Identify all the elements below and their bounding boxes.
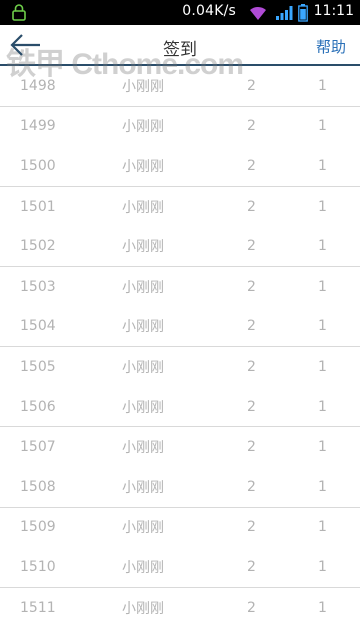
row-value-a: 2 (247, 478, 256, 495)
row-value-a: 2 (247, 118, 256, 135)
row-id: 1504 (20, 318, 56, 335)
row-value-b: 1 (318, 358, 327, 375)
row-username: 小刚刚 (122, 78, 164, 95)
checkin-list: 1498 小刚刚 2 1 1499 小刚刚 2 1 1500 小刚刚 2 1 1501 小刚刚 2 1 1502… (0, 66, 360, 627)
battery-icon (298, 4, 308, 22)
list-item[interactable]: 1500 小刚刚 2 1 (0, 146, 360, 186)
row-value-a: 2 (247, 198, 256, 215)
wifi-icon (250, 6, 266, 20)
row-username: 小刚刚 (122, 239, 164, 256)
row-id: 1503 (20, 278, 56, 295)
lock-icon (12, 4, 26, 21)
row-value-b: 1 (318, 599, 327, 616)
row-value-b: 1 (318, 558, 327, 575)
row-value-a: 2 (247, 318, 256, 335)
row-value-b: 1 (318, 318, 327, 335)
row-id: 1511 (20, 599, 56, 616)
row-value-a: 2 (247, 238, 256, 255)
list-item[interactable]: 1508 小刚刚 2 1 (0, 467, 360, 507)
row-id: 1502 (20, 238, 56, 255)
row-username: 小刚刚 (122, 158, 164, 175)
row-username: 小刚刚 (122, 520, 164, 537)
row-value-b: 1 (318, 478, 327, 495)
row-value-a: 2 (247, 278, 256, 295)
clock: 11:11 (313, 3, 354, 19)
help-button[interactable]: 帮助 (316, 36, 346, 57)
row-id: 1510 (20, 558, 56, 575)
row-value-a: 2 (247, 358, 256, 375)
list-item[interactable]: 1505 小刚刚 2 1 (0, 346, 360, 387)
row-username: 小刚刚 (122, 559, 164, 576)
list-item[interactable]: 1504 小刚刚 2 1 (0, 307, 360, 347)
list-item[interactable]: 1507 小刚刚 2 1 (0, 426, 360, 467)
list-item[interactable]: 1498 小刚刚 2 1 (0, 66, 360, 106)
row-value-b: 1 (318, 77, 327, 94)
row-value-a: 2 (247, 439, 256, 456)
row-value-b: 1 (318, 157, 327, 174)
list-item[interactable]: 1499 小刚刚 2 1 (0, 105, 360, 147)
row-username: 小刚刚 (122, 199, 164, 216)
row-value-b: 1 (318, 278, 327, 295)
row-id: 1507 (20, 439, 56, 456)
row-username: 小刚刚 (122, 440, 164, 457)
list-item[interactable]: 1506 小刚刚 2 1 (0, 387, 360, 427)
row-value-b: 1 (318, 398, 327, 415)
page-title: 签到 (163, 40, 197, 60)
status-bar: 0.04K/s 11:11 (0, 0, 360, 25)
row-username: 小刚刚 (122, 359, 164, 376)
app-header: 铁甲 Cthome.com 签到 帮助 (0, 25, 360, 81)
row-id: 1500 (20, 157, 56, 174)
row-id: 1509 (20, 519, 56, 536)
list-item[interactable]: 1503 小刚刚 2 1 (0, 265, 360, 307)
list-item[interactable]: 1510 小刚刚 2 1 (0, 547, 360, 587)
row-id: 1499 (20, 118, 56, 135)
row-username: 小刚刚 (122, 600, 164, 617)
row-id: 1498 (20, 77, 56, 94)
list-item[interactable]: 1511 小刚刚 2 1 (0, 586, 360, 628)
row-value-b: 1 (318, 439, 327, 456)
row-value-a: 2 (247, 398, 256, 415)
row-id: 1501 (20, 198, 56, 215)
row-value-a: 2 (247, 519, 256, 536)
row-username: 小刚刚 (122, 279, 164, 296)
row-value-a: 2 (247, 558, 256, 575)
row-value-a: 2 (247, 157, 256, 174)
row-value-b: 1 (318, 118, 327, 135)
row-username: 小刚刚 (122, 479, 164, 496)
row-value-a: 2 (247, 599, 256, 616)
list-item[interactable]: 1502 小刚刚 2 1 (0, 226, 360, 266)
row-username: 小刚刚 (122, 119, 164, 136)
row-id: 1505 (20, 358, 56, 375)
list-item[interactable]: 1501 小刚刚 2 1 (0, 185, 360, 227)
row-id: 1506 (20, 398, 56, 415)
row-value-a: 2 (247, 77, 256, 94)
network-speed: 0.04K/s (182, 3, 236, 19)
row-value-b: 1 (318, 198, 327, 215)
row-id: 1508 (20, 478, 56, 495)
list-item[interactable]: 1509 小刚刚 2 1 (0, 506, 360, 548)
row-username: 小刚刚 (122, 399, 164, 416)
row-value-b: 1 (318, 519, 327, 536)
row-value-b: 1 (318, 238, 327, 255)
row-username: 小刚刚 (122, 319, 164, 336)
signal-icon (276, 6, 293, 20)
